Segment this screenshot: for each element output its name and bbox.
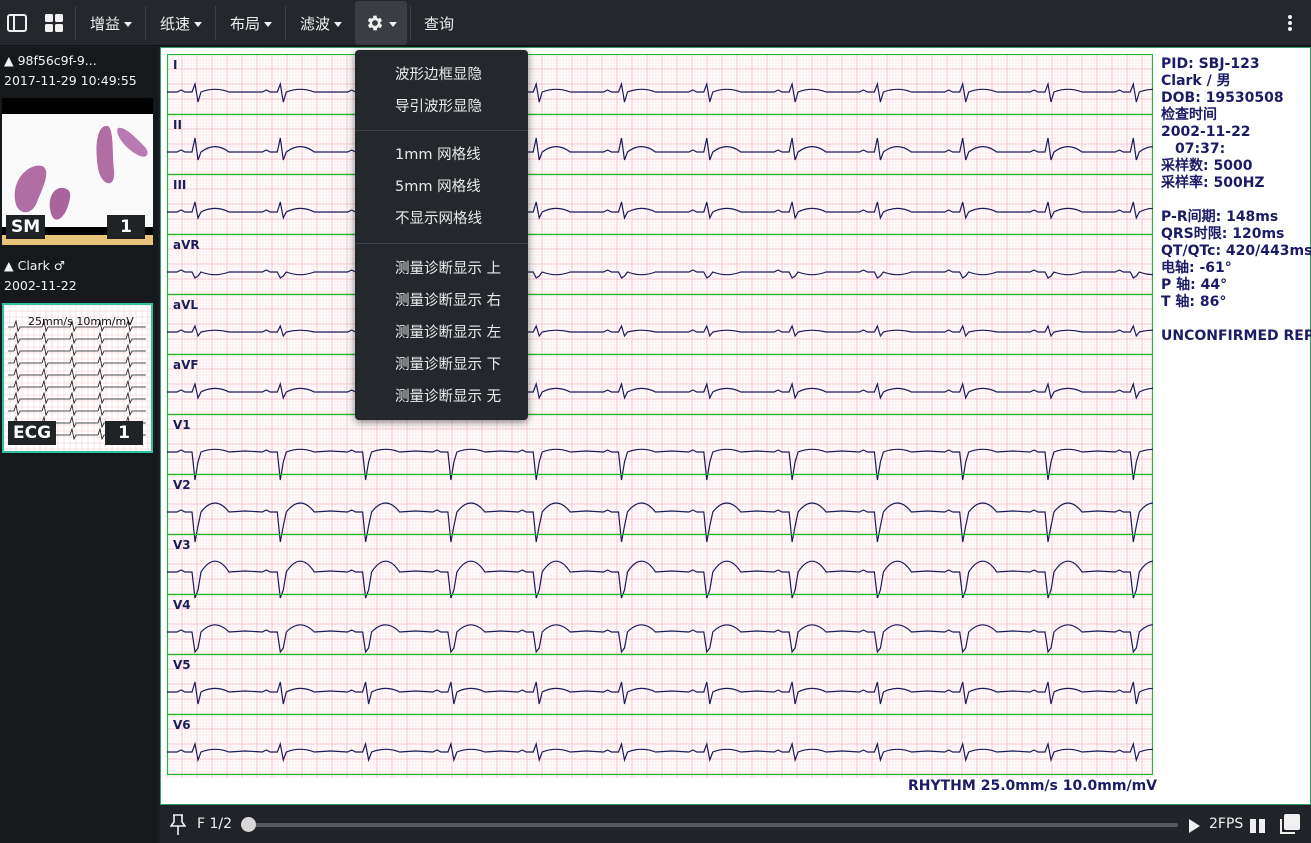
rhythm-label: RHYTHM 25.0mm/s 10.0mm/mV bbox=[908, 778, 1157, 794]
settings-dropdown-menu: 波形边框显隐 导引波形显隐 1mm 网格线 5mm 网格线 不显示网格线 测量诊… bbox=[355, 50, 528, 420]
patient-id: PID: SBJ-123 bbox=[1161, 56, 1260, 72]
t-axis: T 轴: 86° bbox=[1161, 294, 1227, 310]
sample-count: 采样数: 5000 bbox=[1161, 158, 1253, 174]
lead-label: aVL bbox=[173, 298, 198, 312]
modality-badge: ECG bbox=[8, 421, 57, 445]
frame-slider-thumb[interactable] bbox=[241, 817, 256, 832]
lead-label: I bbox=[173, 58, 177, 72]
lead-label: aVR bbox=[173, 238, 200, 252]
pin-button[interactable] bbox=[169, 814, 187, 840]
lead-label: III bbox=[173, 178, 186, 192]
exam-date: 2002-11-22 bbox=[1161, 124, 1251, 140]
thumbnail-caption: 25mm/s 10mm/mV bbox=[28, 315, 134, 328]
playback-bar: F 1/2 2FPS bbox=[160, 806, 1311, 843]
image-count-badge: 1 bbox=[107, 215, 145, 239]
caret-down-icon bbox=[264, 21, 272, 27]
patient-dob: DOB: 19530508 bbox=[1161, 90, 1284, 106]
lead-label: V5 bbox=[173, 658, 191, 672]
gear-icon bbox=[367, 15, 383, 31]
study-header[interactable]: ▲ Clark ♂ bbox=[4, 258, 65, 273]
pause-button[interactable] bbox=[1250, 818, 1266, 837]
gain-label: 增益 bbox=[89, 14, 120, 33]
play-icon bbox=[1189, 819, 1200, 833]
frame-indicator: F 1/2 bbox=[197, 816, 233, 832]
copy-stack-icon bbox=[1280, 814, 1300, 834]
report-status: UNCONFIRMED REPORT bbox=[1161, 328, 1311, 344]
play-button[interactable] bbox=[1188, 818, 1200, 837]
grid-layout-button[interactable] bbox=[40, 0, 68, 46]
series-thumbnail-ecg[interactable]: 25mm/s 10mm/mV ECG 1 bbox=[2, 303, 153, 453]
multi-frame-button[interactable] bbox=[1278, 814, 1300, 840]
ecg-waveform-chart: IIIIIIaVRaVLaVFV1V2V3V4V5V6 bbox=[167, 54, 1153, 778]
qt-qtc: QT/QTc: 420/443ms bbox=[1161, 243, 1311, 259]
toolbar-divider bbox=[215, 6, 216, 40]
study-list-sidebar: ▲ 98f56c9f-9... 2017-11-29 10:49:55 SM 1… bbox=[0, 47, 158, 843]
lead-label: V6 bbox=[173, 718, 191, 732]
frame-slider-track[interactable] bbox=[248, 823, 1178, 827]
more-vertical-icon bbox=[1288, 15, 1292, 31]
paper-speed-menu-button[interactable]: 纸速 bbox=[150, 0, 212, 46]
patient-measurement-panel: PID: SBJ-123 Clark / 男 DOB: 19530508 检查时… bbox=[1161, 56, 1311, 345]
study-datetime: 2017-11-29 10:49:55 bbox=[4, 73, 137, 88]
toolbar-divider bbox=[75, 6, 76, 40]
lead-label: aVF bbox=[173, 358, 199, 372]
study-header[interactable]: ▲ 98f56c9f-9... bbox=[4, 53, 97, 68]
electric-axis: 电轴: -61° bbox=[1161, 260, 1232, 276]
caret-down-icon bbox=[334, 21, 342, 27]
menu-item-measure-none[interactable]: 测量诊断显示 无 bbox=[355, 381, 528, 413]
toolbar-divider bbox=[285, 6, 286, 40]
menu-item-waveform-border-toggle[interactable]: 波形边框显隐 bbox=[355, 59, 528, 91]
exam-time-label: 检查时间 bbox=[1161, 107, 1217, 123]
pause-icon bbox=[1250, 819, 1265, 833]
modality-badge: SM bbox=[6, 215, 46, 239]
patient-name-sex: Clark / 男 bbox=[1161, 73, 1231, 89]
settings-menu-button[interactable] bbox=[355, 1, 407, 45]
pr-interval: P-R间期: 148ms bbox=[1161, 209, 1279, 225]
fps-selector[interactable]: 2FPS bbox=[1209, 816, 1243, 832]
query-label: 查询 bbox=[423, 14, 454, 33]
image-count-badge: 1 bbox=[105, 421, 143, 445]
caret-down-icon bbox=[389, 21, 397, 27]
exam-time: 07:37: bbox=[1175, 141, 1226, 157]
layout-menu-button[interactable]: 布局 bbox=[220, 0, 282, 46]
menu-divider bbox=[355, 130, 528, 131]
caret-down-icon bbox=[124, 21, 132, 27]
menu-item-lead-waveform-toggle[interactable]: 导引波形显隐 bbox=[355, 91, 528, 123]
menu-item-measure-bottom[interactable]: 测量诊断显示 下 bbox=[355, 349, 528, 381]
menu-item-measure-right[interactable]: 测量诊断显示 右 bbox=[355, 285, 528, 317]
speed-label: 纸速 bbox=[159, 14, 190, 33]
filter-menu-button[interactable]: 滤波 bbox=[290, 0, 352, 46]
series-thumbnail-sm[interactable]: SM 1 bbox=[2, 98, 153, 245]
caret-down-icon bbox=[194, 21, 202, 27]
menu-divider bbox=[355, 243, 528, 244]
top-toolbar: 增益 纸速 布局 滤波 查询 bbox=[0, 0, 1311, 46]
p-axis: P 轴: 44° bbox=[1161, 277, 1228, 293]
more-options-button[interactable] bbox=[1280, 0, 1300, 46]
lead-label: V3 bbox=[173, 538, 191, 552]
menu-item-measure-left[interactable]: 测量诊断显示 左 bbox=[355, 317, 528, 349]
sidebar-toggle-button[interactable] bbox=[4, 0, 30, 46]
grid-icon bbox=[45, 14, 63, 32]
ecg-viewport[interactable]: I II III aVR aVL aVF V1 V2 V3 V4 V5 V6 PID: SBJ-123… bbox=[160, 47, 1311, 805]
menu-item-grid-5mm[interactable]: 5mm 网格线 bbox=[355, 171, 528, 203]
layout-label: 布局 bbox=[229, 14, 260, 33]
qrs-duration: QRS时限: 120ms bbox=[1161, 226, 1285, 242]
lead-label: V2 bbox=[173, 478, 191, 492]
pin-icon bbox=[169, 814, 187, 835]
lead-label: V1 bbox=[173, 418, 191, 432]
toolbar-divider bbox=[145, 6, 146, 40]
filter-label: 滤波 bbox=[299, 14, 330, 33]
menu-item-measure-top[interactable]: 测量诊断显示 上 bbox=[355, 253, 528, 285]
menu-item-grid-1mm[interactable]: 1mm 网格线 bbox=[355, 139, 528, 171]
sample-rate: 采样率: 500HZ bbox=[1161, 175, 1265, 191]
lead-label: V4 bbox=[173, 598, 191, 612]
toolbar-divider bbox=[410, 6, 411, 40]
gain-menu-button[interactable]: 增益 bbox=[80, 0, 142, 46]
query-button[interactable]: 查询 bbox=[415, 0, 463, 46]
study-datetime: 2002-11-22 bbox=[4, 278, 77, 293]
sidebar-panel-icon bbox=[7, 14, 27, 32]
lead-label: II bbox=[173, 118, 182, 132]
menu-item-grid-none[interactable]: 不显示网格线 bbox=[355, 203, 528, 235]
